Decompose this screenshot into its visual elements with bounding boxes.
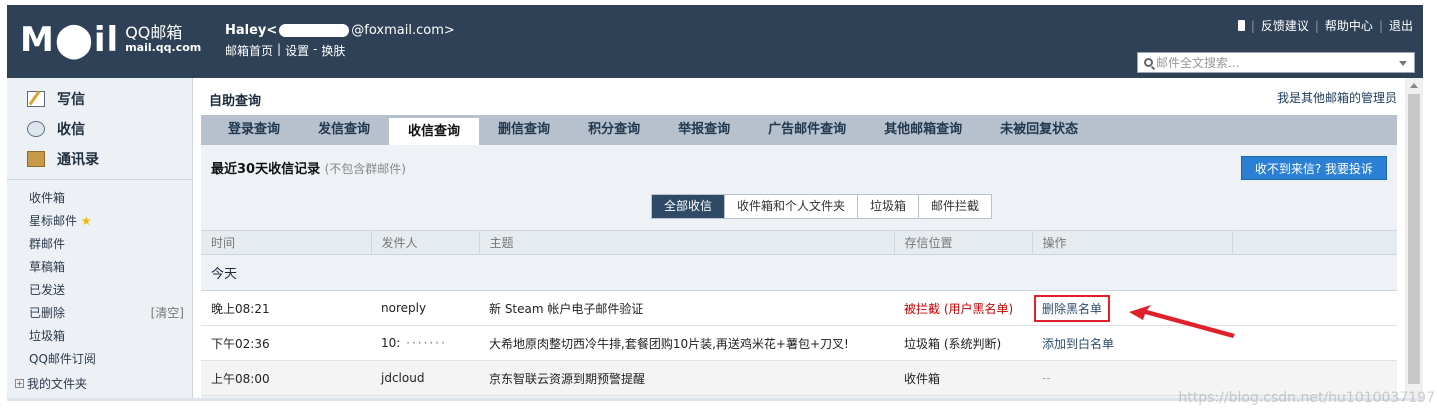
sidebar-item-label: 通讯录	[57, 152, 99, 168]
filter-blocked[interactable]: 邮件拦截	[919, 195, 991, 218]
logo-mail-text: M⬤il	[20, 20, 120, 60]
mobile-icon[interactable]	[1237, 20, 1245, 31]
cell-time: 下午02:36	[201, 325, 371, 361]
feedback-link[interactable]: 反馈建议	[1261, 17, 1309, 34]
cell-sender: noreply	[371, 290, 479, 326]
sidebar-item-my-folders[interactable]: + 我的文件夹	[15, 375, 87, 392]
column-header-subject[interactable]: 主题	[479, 230, 895, 255]
sidebar-item-subscriptions[interactable]: QQ邮件订阅	[29, 348, 192, 371]
user-info: Haley< @foxmail.com> 邮箱首页 | 设置 - 换肤	[225, 23, 455, 59]
group-row-today: 今天	[201, 254, 1397, 291]
group-label: 今天	[201, 254, 1397, 291]
cell-sender: jdcloud	[371, 360, 479, 396]
receive-records-panel: 最近30天收信记录 (不包含群邮件) 收不到来信? 我要投诉 全部收信 收件箱和…	[201, 145, 1397, 398]
cell-location: 收件箱	[894, 360, 1032, 396]
user-name: Haley<	[225, 23, 278, 38]
tab-other-mailbox-query[interactable]: 其他邮箱查询	[865, 115, 981, 145]
records-title: 最近30天收信记录 (不包含群邮件)	[211, 162, 406, 177]
complain-button[interactable]: 收不到来信? 我要投诉	[1240, 156, 1387, 180]
change-skin-link[interactable]: 换肤	[321, 42, 345, 59]
cell-time: 上午08:00	[201, 360, 371, 396]
admin-link[interactable]: 我是其他邮箱的管理员	[1277, 89, 1397, 106]
settings-link[interactable]: 设置	[285, 42, 309, 59]
link-separator: -	[313, 42, 318, 56]
annotation-arrow-icon	[1129, 305, 1235, 338]
query-tabs: 登录查询 发信查询 收信查询 删信查询 积分查询 举报查询 广告邮件查询 其他邮…	[201, 115, 1397, 145]
cell-time: 晚上08:21	[201, 290, 371, 326]
tab-ad-mail-query[interactable]: 广告邮件查询	[749, 115, 865, 145]
fulltext-search-input[interactable]: 邮件全文搜索...	[1137, 52, 1415, 73]
cell-location: 被拦截 (用户黑名单)	[894, 290, 1032, 326]
qq-mail-logo[interactable]: M⬤il QQ邮箱 mail.qq.com	[20, 23, 201, 57]
expand-icon[interactable]: +	[15, 379, 24, 388]
column-header-sender[interactable]: 发件人	[371, 230, 480, 255]
search-placeholder: 邮件全文搜索...	[1156, 56, 1240, 70]
tab-no-reply-status[interactable]: 未被回复状态	[981, 115, 1097, 145]
logout-link[interactable]: 退出	[1389, 17, 1413, 34]
sidebar-item-inbox[interactable]: 收件箱	[29, 187, 192, 210]
receive-filter: 全部收信 收件箱和个人文件夹 垃圾箱 邮件拦截	[651, 194, 993, 219]
chevron-down-icon[interactable]	[1399, 61, 1407, 66]
tab-login-query[interactable]: 登录查询	[209, 115, 299, 145]
sidebar-item-sent[interactable]: 已发送	[29, 279, 192, 302]
tab-points-query[interactable]: 积分查询	[569, 115, 659, 145]
column-header-time[interactable]: 时间	[201, 230, 372, 255]
sidebar-item-label: 写信	[57, 92, 85, 108]
records-note: (不包含群邮件)	[324, 162, 406, 176]
mailbox-home-link[interactable]: 邮箱首页	[225, 42, 273, 59]
cell-subject: 京东智联云资源到期预警提醒	[479, 360, 894, 396]
filter-inbox-folders[interactable]: 收件箱和个人文件夹	[725, 195, 859, 218]
star-icon: ★	[80, 214, 92, 228]
search-icon	[1144, 58, 1153, 67]
user-email-domain: @foxmail.com>	[351, 23, 455, 38]
sidebar-item-deleted[interactable]: 已删除 [清空]	[29, 302, 192, 325]
sidebar-item-compose[interactable]: 写信	[27, 84, 192, 114]
sidebar-item-group-mail[interactable]: 群邮件	[29, 233, 192, 256]
clear-deleted-button[interactable]: [清空]	[151, 302, 184, 325]
top-header: M⬤il QQ邮箱 mail.qq.com Haley< @foxmail.co…	[7, 5, 1423, 78]
sidebar-item-drafts[interactable]: 草稿箱	[29, 256, 192, 279]
cell-location: 垃圾箱 (系统判断)	[894, 325, 1032, 361]
cell-sender: 10: ·······	[371, 325, 479, 361]
tab-send-query[interactable]: 发信查询	[299, 115, 389, 145]
tab-receive-query[interactable]: 收信查询	[389, 118, 480, 145]
filter-spam[interactable]: 垃圾箱	[858, 195, 920, 218]
sidebar-item-label: 收信	[57, 122, 85, 138]
write-icon	[27, 91, 45, 107]
column-header-location[interactable]: 存信位置	[894, 230, 1033, 255]
link-separator: |	[277, 42, 282, 56]
masked-email	[279, 24, 350, 37]
scrollbar-thumb[interactable]	[1408, 94, 1420, 384]
main-content: 自助查询 我是其他邮箱的管理员 登录查询 发信查询 收信查询 删信查询 积分查询…	[193, 78, 1403, 398]
logo-url-text: mail.qq.com	[125, 41, 202, 54]
sidebar-item-receive[interactable]: 收信	[27, 114, 192, 144]
filter-all[interactable]: 全部收信	[652, 195, 726, 218]
cell-subject: 新 Steam 帐户电子邮件验证	[479, 290, 894, 326]
contacts-icon	[27, 151, 45, 167]
sidebar-item-starred[interactable]: 星标邮件 ★	[29, 210, 192, 233]
remove-blacklist-link[interactable]: 删除黑名单	[1034, 294, 1111, 322]
sidebar: 写信 收信 通讯录 收件箱 星标邮件 ★ 群邮件 草稿箱 已发送 已删除 [清空]…	[7, 78, 193, 398]
column-header-empty	[1232, 230, 1397, 255]
help-center-link[interactable]: 帮助中心	[1325, 17, 1373, 34]
tab-delete-query[interactable]: 删信查询	[479, 115, 569, 145]
inbox-icon	[27, 121, 45, 137]
page-title: 自助查询	[209, 94, 262, 109]
vertical-scrollbar[interactable]	[1405, 78, 1423, 398]
logo-qq-text: QQ邮箱	[125, 23, 183, 42]
sidebar-item-spam[interactable]: 垃圾箱	[29, 325, 192, 348]
tab-report-query[interactable]: 举报查询	[659, 115, 749, 145]
scroll-up-icon[interactable]	[1410, 83, 1418, 88]
sidebar-item-contacts[interactable]: 通讯录	[27, 144, 192, 174]
column-header-action[interactable]: 操作	[1032, 230, 1233, 255]
top-right-links: | 反馈建议 | 帮助中心 | 退出	[1237, 17, 1413, 34]
watermark-text: https://blog.csdn.net/hu1010037197	[1178, 390, 1435, 406]
cell-subject: 大希地原肉整切西冷牛排,套餐团购10片装,再送鸡米花+薯包+刀叉!	[479, 325, 894, 361]
divider	[7, 179, 192, 180]
